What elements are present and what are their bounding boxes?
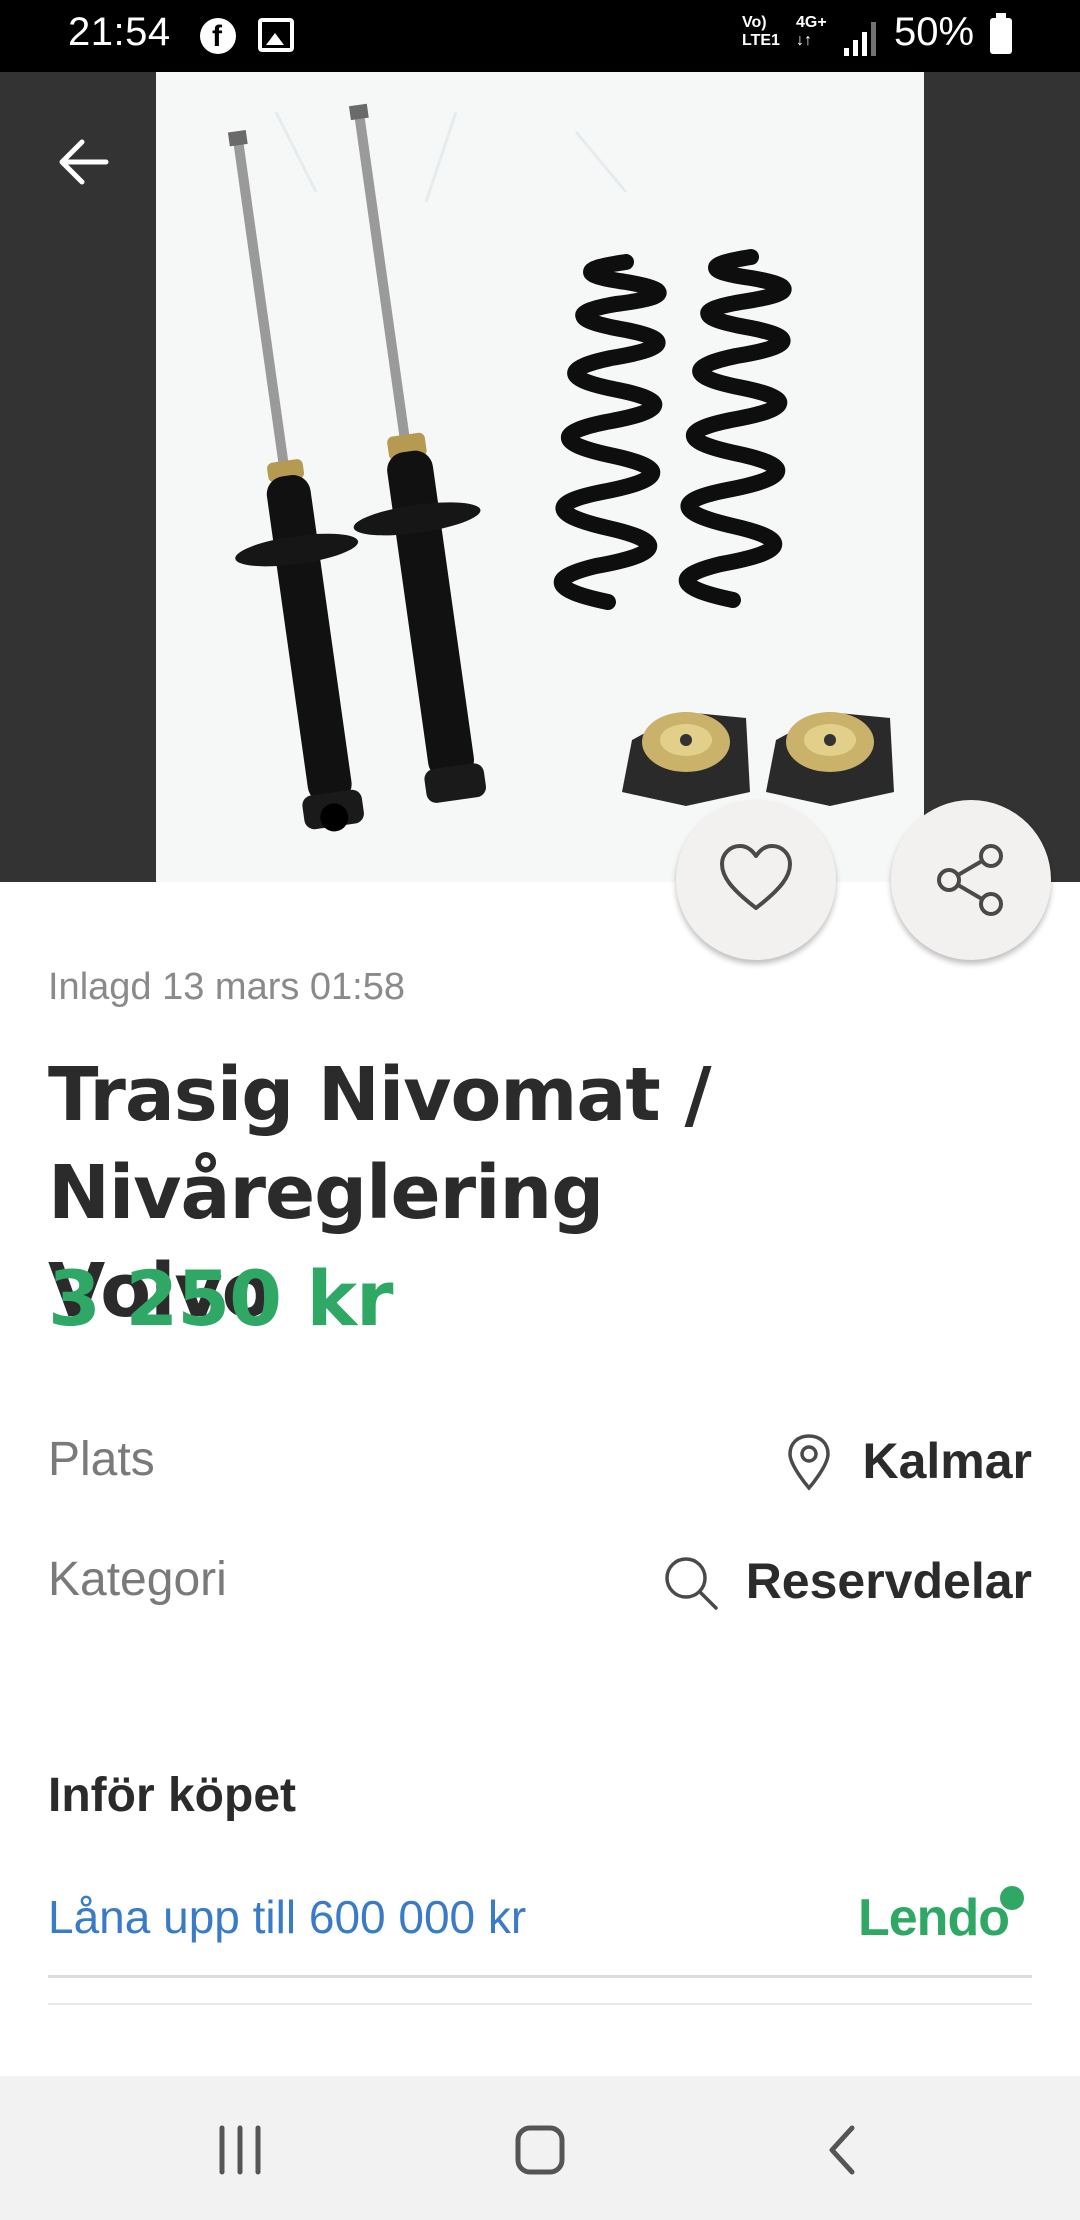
- location-value[interactable]: Kalmar: [862, 1432, 1032, 1490]
- back-nav-icon[interactable]: [804, 2118, 884, 2182]
- status-time: 21:54: [68, 10, 171, 54]
- divider: [48, 2003, 1032, 2005]
- signal-icon: [842, 20, 876, 56]
- location-pin-icon: [784, 1432, 834, 1496]
- battery-icon: [990, 13, 1012, 54]
- share-icon: [937, 844, 1003, 916]
- location-row[interactable]: Plats Kalmar: [48, 1424, 1032, 1504]
- favorite-button[interactable]: [676, 800, 836, 960]
- data-indicator: 4G+ ↓↑: [796, 14, 827, 49]
- heart-icon: [720, 844, 792, 910]
- divider: [48, 1975, 1032, 1978]
- category-value[interactable]: Reservdelar: [746, 1552, 1032, 1610]
- status-bar: 21:54 f Vo) LTE1 4G+ ↓↑ 50%: [0, 0, 1080, 72]
- product-image[interactable]: [156, 72, 924, 882]
- location-label: Plats: [48, 1433, 155, 1486]
- network-indicator: Vo) LTE1: [742, 14, 780, 49]
- before-purchase-heading: Inför köpet: [48, 1769, 296, 1822]
- shock-absorber-springs-illustration: [156, 72, 924, 882]
- lendo-logo[interactable]: Lendo: [858, 1888, 1010, 1948]
- category-row[interactable]: Kategori Reservdelar: [48, 1544, 1032, 1624]
- search-icon: [662, 1552, 720, 1616]
- battery-percentage: 50%: [894, 10, 975, 54]
- category-label: Kategori: [48, 1553, 227, 1606]
- lendo-logo-mark: [1000, 1886, 1024, 1910]
- loan-link[interactable]: Låna upp till 600 000 kr: [48, 1890, 526, 1944]
- recent-apps-icon[interactable]: [200, 2118, 280, 2182]
- share-button[interactable]: [891, 800, 1051, 960]
- image-gallery[interactable]: [0, 72, 1080, 882]
- posted-date: Inlagd 13 mars 01:58: [48, 966, 406, 1008]
- navigation-bar: [0, 2076, 1080, 2220]
- facebook-icon: f: [200, 18, 236, 54]
- home-icon[interactable]: [500, 2118, 580, 2182]
- back-arrow-icon[interactable]: [52, 130, 116, 194]
- gallery-icon: [258, 18, 294, 52]
- listing-price: 3 250 kr: [48, 1254, 393, 1343]
